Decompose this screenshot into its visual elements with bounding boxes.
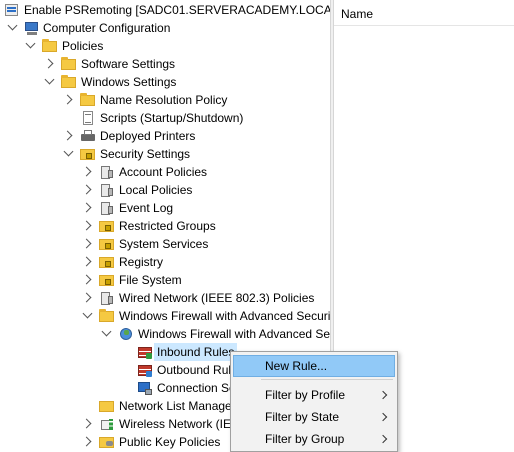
tree-item-label: Windows Firewall with Advanced Security … <box>138 327 330 341</box>
tree-item-label: Event Log <box>119 201 174 215</box>
folder-icon <box>99 308 115 324</box>
firewall-globe-icon <box>118 326 134 342</box>
tree-item-label: Local Policies <box>119 183 193 197</box>
menu-item-label: New Rule... <box>265 359 328 373</box>
chevron-right-icon <box>378 434 388 444</box>
tree-item-label: System Services <box>119 237 209 251</box>
tree-item-label: Inbound Rules <box>154 343 238 361</box>
folder-icon <box>80 92 96 108</box>
chevron-right-icon[interactable] <box>81 292 92 303</box>
chevron-right-icon[interactable] <box>43 58 54 69</box>
inbound-rules-icon <box>137 344 153 360</box>
policy-icon <box>99 164 115 180</box>
tree-item-label: Windows Settings <box>81 75 177 89</box>
tree-item-label: Name Resolution Policy <box>100 93 228 107</box>
tree-item-label: Policies <box>62 39 104 53</box>
connection-security-icon <box>137 380 153 396</box>
tree-item-label: Public Key Policies <box>119 435 221 449</box>
outbound-rules-icon <box>137 362 153 378</box>
tree-item-label: File System <box>119 273 182 287</box>
chevron-right-icon[interactable] <box>62 130 73 141</box>
menu-item-filter-by-state[interactable]: Filter by State <box>233 406 395 428</box>
chevron-right-icon[interactable] <box>62 94 73 105</box>
chevron-down-icon[interactable] <box>44 74 55 85</box>
tree-item-label: Account Policies <box>119 165 208 179</box>
chevron-down-icon[interactable] <box>7 20 18 31</box>
chevron-down-icon[interactable] <box>25 38 36 49</box>
menu-item-new-rule[interactable]: New Rule... <box>233 355 395 377</box>
lock-folder-icon <box>99 236 115 252</box>
menu-item-filter-by-group[interactable]: Filter by Group <box>233 428 395 450</box>
chevron-right-icon[interactable] <box>81 220 92 231</box>
menu-item-label: Filter by Group <box>265 432 345 446</box>
tree-item-label: Computer Configuration <box>43 21 171 35</box>
tree-item-label: Deployed Printers <box>100 129 196 143</box>
lock-folder-icon <box>99 254 115 270</box>
folder-icon <box>99 398 115 414</box>
lock-folder-icon <box>99 272 115 288</box>
tree-item-label: Software Settings <box>81 57 176 71</box>
policy-icon <box>99 290 115 306</box>
lock-folder-icon <box>99 218 115 234</box>
wireless-network-icon <box>99 416 115 432</box>
chevron-right-icon[interactable] <box>81 202 92 213</box>
folder-icon <box>61 74 77 90</box>
chevron-right-icon[interactable] <box>81 256 92 267</box>
chevron-down-icon[interactable] <box>101 326 112 337</box>
tree-item-label: Wired Network (IEEE 802.3) Policies <box>119 291 315 305</box>
chevron-right-icon <box>378 390 388 400</box>
chevron-right-icon[interactable] <box>81 238 92 249</box>
folder-icon <box>99 434 115 450</box>
policy-icon <box>99 200 115 216</box>
policy-icon <box>99 182 115 198</box>
tree-item-label: Enable PSRemoting [SADC01.SERVERACADEMY.… <box>24 3 330 17</box>
chevron-right-icon <box>378 412 388 422</box>
tree-item-label: Windows Firewall with Advanced Security <box>119 309 330 323</box>
chevron-down-icon[interactable] <box>63 146 74 157</box>
tree-item-label: Restricted Groups <box>119 219 216 233</box>
chevron-right-icon[interactable] <box>81 436 92 447</box>
name-column-header[interactable]: Name <box>334 0 514 26</box>
gpo-icon <box>4 2 20 18</box>
menu-item-filter-by-profile[interactable]: Filter by Profile <box>233 384 395 406</box>
chevron-right-icon[interactable] <box>81 166 92 177</box>
script-icon <box>80 110 96 126</box>
folder-icon <box>61 56 77 72</box>
tree-item-label: Registry <box>119 255 164 269</box>
folder-icon <box>42 38 58 54</box>
menu-separator <box>261 379 393 380</box>
context-menu: New Rule... Filter by Profile Filter by … <box>230 351 398 452</box>
printer-icon <box>80 128 96 144</box>
chevron-down-icon[interactable] <box>82 308 93 319</box>
chevron-right-icon[interactable] <box>81 418 92 429</box>
tree-item-label: Scripts (Startup/Shutdown) <box>100 111 244 125</box>
menu-item-label: Filter by State <box>265 410 340 424</box>
chevron-right-icon[interactable] <box>81 274 92 285</box>
column-header-label: Name <box>341 7 374 21</box>
computer-icon <box>24 20 40 36</box>
tree-item-label: Security Settings <box>100 147 191 161</box>
menu-item-label: Filter by Profile <box>265 388 346 402</box>
security-settings-icon <box>80 146 96 162</box>
chevron-right-icon[interactable] <box>81 184 92 195</box>
